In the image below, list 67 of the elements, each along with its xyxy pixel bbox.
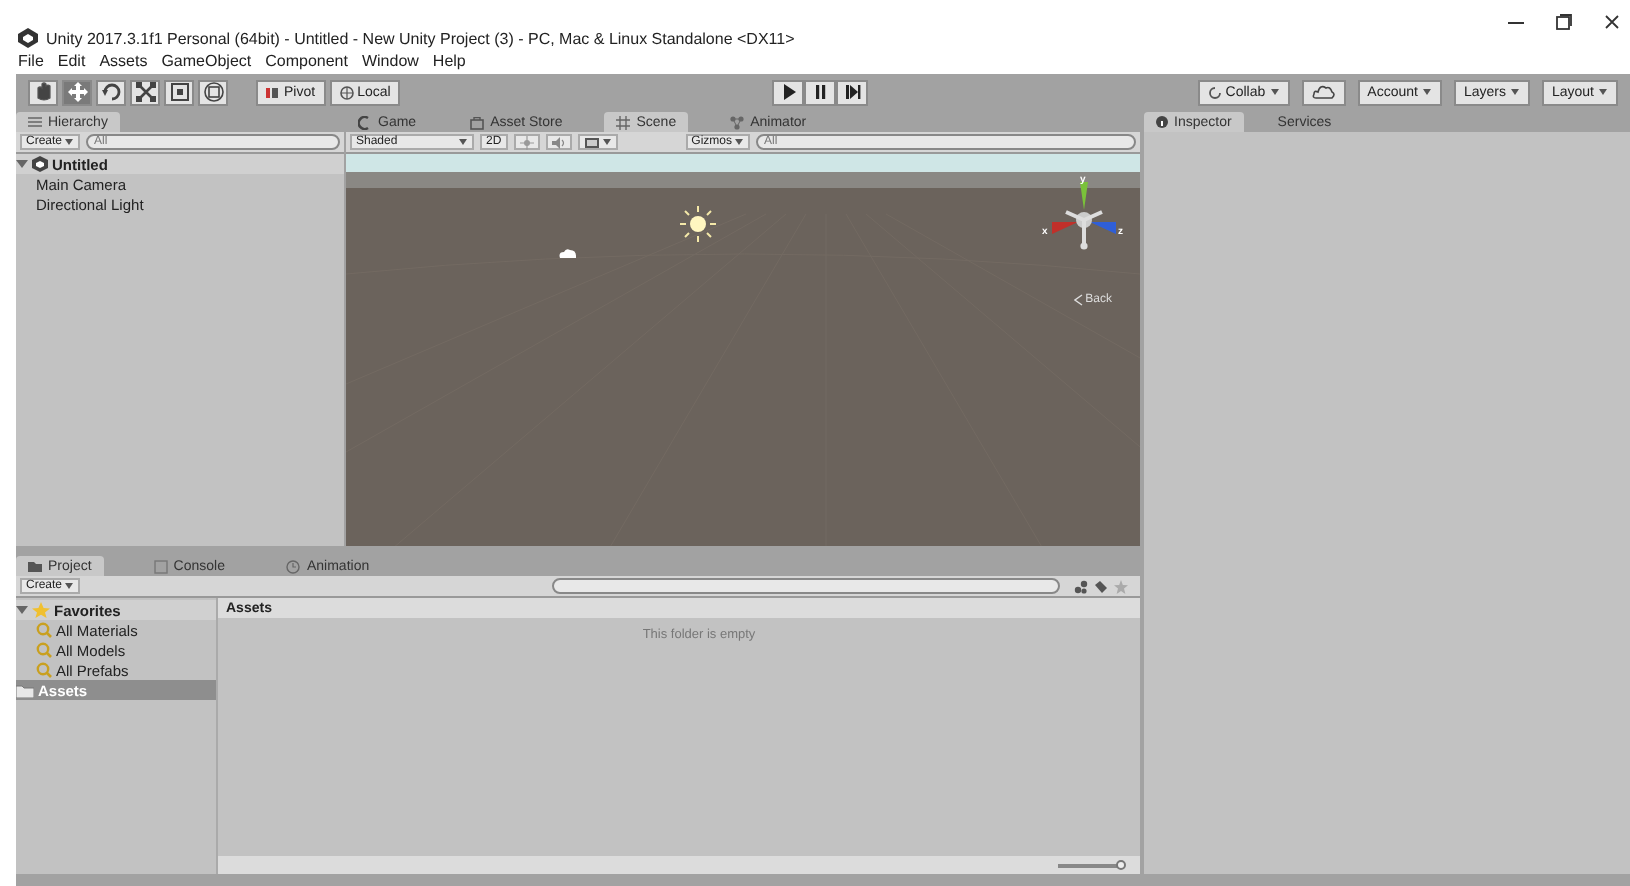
search-icon bbox=[36, 622, 52, 638]
scene-icon bbox=[32, 156, 48, 172]
tool-button[interactable] bbox=[130, 79, 160, 105]
globe-icon bbox=[339, 85, 354, 99]
step-button[interactable] bbox=[836, 79, 869, 105]
menu-item[interactable]: Edit bbox=[57, 52, 86, 70]
transform-icon bbox=[201, 80, 225, 104]
tool-button[interactable] bbox=[164, 79, 194, 105]
menu-item[interactable]: Assets bbox=[99, 52, 148, 70]
audio-button[interactable] bbox=[545, 134, 572, 150]
caret-icon bbox=[1509, 88, 1520, 96]
folder-icon bbox=[16, 683, 34, 697]
chevron-icon bbox=[1073, 294, 1084, 306]
play-button[interactable] bbox=[772, 79, 805, 105]
menu-item[interactable]: GameObject bbox=[161, 52, 252, 70]
step-icon bbox=[842, 82, 863, 102]
search-icon bbox=[36, 662, 52, 678]
camera-icon[interactable] bbox=[558, 248, 578, 260]
star-icon[interactable] bbox=[1114, 579, 1128, 593]
caret-icon bbox=[601, 138, 612, 146]
expanded-arrow-icon[interactable] bbox=[16, 158, 28, 170]
filter-type-icon[interactable] bbox=[1074, 579, 1088, 593]
search-field[interactable] bbox=[552, 578, 1060, 594]
console-icon bbox=[153, 559, 168, 573]
light-icon[interactable] bbox=[678, 204, 718, 244]
expanded-arrow-icon[interactable] bbox=[16, 604, 28, 616]
pause-icon bbox=[810, 82, 831, 102]
info-icon bbox=[1156, 116, 1168, 128]
scale-icon bbox=[133, 80, 157, 104]
store-icon bbox=[470, 115, 485, 129]
list-icon bbox=[28, 116, 42, 128]
caret-icon bbox=[1598, 88, 1608, 96]
cloud-icon bbox=[1311, 84, 1336, 100]
game-icon bbox=[358, 115, 372, 129]
cloud-button[interactable] bbox=[1301, 79, 1346, 105]
pause-button[interactable] bbox=[804, 79, 837, 105]
app-logo-icon bbox=[18, 28, 38, 48]
tool-button[interactable] bbox=[28, 79, 58, 105]
grid-icon bbox=[616, 115, 631, 129]
network-icon bbox=[730, 115, 745, 129]
caret-icon bbox=[458, 138, 468, 146]
menu-item[interactable]: Window bbox=[361, 52, 419, 70]
restore-icon[interactable] bbox=[1554, 12, 1574, 32]
speaker-icon bbox=[551, 135, 566, 149]
menu-item[interactable]: Component bbox=[265, 52, 348, 70]
menu-item[interactable]: File bbox=[18, 52, 44, 70]
caret-icon bbox=[1421, 88, 1432, 96]
pivot-icon bbox=[266, 85, 280, 99]
caret-icon bbox=[64, 582, 75, 590]
menu-item[interactable]: Help bbox=[432, 52, 466, 70]
star-icon bbox=[32, 602, 50, 618]
caret-icon bbox=[64, 138, 75, 146]
search-icon bbox=[36, 642, 52, 658]
rect-tool-icon bbox=[167, 80, 191, 104]
effects-button[interactable] bbox=[577, 134, 618, 150]
caret-icon bbox=[734, 138, 744, 146]
refresh-icon bbox=[1207, 85, 1222, 99]
window-title: Unity 2017.3.1f1 Personal (64bit) - Untitled - New Unity Project (3) - PC, Mac & Linux Standalone <DX11> bbox=[46, 30, 795, 48]
play-icon bbox=[778, 82, 799, 102]
clock-icon bbox=[286, 559, 301, 573]
caret-icon bbox=[1269, 88, 1280, 96]
tool-button[interactable] bbox=[62, 79, 92, 105]
tool-button[interactable] bbox=[198, 79, 228, 105]
tool-button[interactable] bbox=[96, 79, 126, 105]
rotate-icon bbox=[99, 80, 123, 104]
move-icon bbox=[65, 80, 89, 104]
close-icon[interactable] bbox=[1602, 12, 1622, 32]
